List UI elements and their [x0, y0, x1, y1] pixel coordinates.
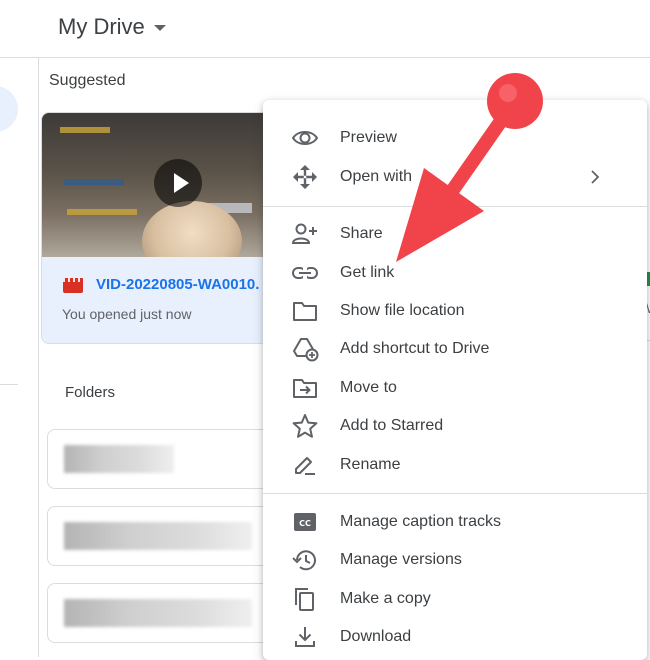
menu-item-get-link[interactable]: Get link	[263, 254, 647, 292]
thumbnail-detail	[60, 127, 110, 133]
person-add-icon	[291, 223, 317, 244]
menu-item-label: Manage caption tracks	[340, 513, 501, 530]
closed-caption-icon: CC	[294, 513, 316, 531]
menu-divider	[263, 206, 647, 207]
menu-divider	[263, 493, 647, 494]
menu-item-label: Preview	[340, 129, 397, 146]
redacted-folder-name	[64, 522, 252, 550]
menu-item-label: Add shortcut to Drive	[340, 340, 490, 357]
suggested-heading: Suggested	[49, 72, 126, 89]
suggested-file-card[interactable]: VID-20220805-WA0010. You opened just now	[41, 112, 283, 344]
redacted-folder-name	[64, 445, 174, 473]
chevron-right-icon	[591, 170, 600, 184]
menu-item-make-a-copy[interactable]: Make a copy	[263, 580, 647, 618]
folder-card[interactable]	[47, 506, 279, 566]
sidebar-active-item[interactable]	[0, 86, 18, 132]
sidebar-divider	[38, 57, 39, 657]
menu-item-label: Move to	[340, 379, 397, 396]
page-title[interactable]: My Drive	[58, 14, 145, 40]
caret-down-icon[interactable]	[154, 25, 166, 31]
svg-text:CC: CC	[299, 519, 311, 528]
menu-item-open-with[interactable]: Open with	[263, 158, 647, 196]
download-icon	[295, 627, 315, 647]
redacted-folder-name	[64, 599, 252, 627]
link-icon	[292, 267, 318, 279]
menu-item-rename[interactable]: Rename	[263, 446, 647, 484]
context-menu: Preview Open with Share Get link Show fi…	[263, 100, 647, 660]
move-to-folder-icon	[293, 379, 317, 398]
menu-item-label: Show file location	[340, 302, 465, 319]
pencil-icon	[295, 457, 315, 475]
file-name[interactable]: VID-20220805-WA0010.	[96, 276, 259, 293]
drive-shortcut-icon	[293, 338, 319, 362]
sidebar-divider-line	[0, 384, 18, 385]
video-file-icon	[63, 278, 83, 293]
history-icon	[292, 550, 316, 571]
menu-item-label: Make a copy	[340, 590, 431, 607]
menu-item-label: Rename	[340, 456, 401, 473]
video-thumbnail[interactable]	[42, 113, 282, 257]
folder-icon	[293, 302, 317, 321]
file-activity: You opened just now	[62, 306, 192, 322]
menu-item-manage-versions[interactable]: Manage versions	[263, 541, 647, 579]
thumbnail-detail	[67, 209, 137, 215]
menu-item-manage-caption-tracks[interactable]: CC Manage caption tracks	[263, 503, 647, 541]
menu-item-move-to[interactable]: Move to	[263, 369, 647, 407]
folder-card[interactable]	[47, 583, 279, 643]
thumbnail-detail	[64, 179, 124, 185]
move-arrows-icon	[293, 165, 317, 189]
folder-card[interactable]	[47, 429, 279, 489]
menu-item-add-shortcut[interactable]: Add shortcut to Drive	[263, 330, 647, 368]
menu-item-label: Add to Starred	[340, 417, 444, 434]
menu-item-label: Manage versions	[340, 551, 462, 568]
menu-item-show-file-location[interactable]: Show file location	[263, 292, 647, 330]
menu-item-download[interactable]: Download	[263, 618, 647, 656]
menu-item-label: Get link	[340, 264, 395, 281]
eye-icon	[291, 131, 319, 145]
menu-item-add-to-starred[interactable]: Add to Starred	[263, 407, 647, 445]
star-icon	[292, 414, 318, 438]
menu-item-label: Download	[340, 628, 412, 645]
menu-item-label: Share	[340, 225, 383, 242]
menu-item-share[interactable]: Share	[263, 215, 647, 253]
copy-icon	[295, 588, 314, 611]
menu-item-preview[interactable]: Preview	[263, 119, 647, 157]
play-icon	[174, 173, 189, 193]
folders-heading: Folders	[65, 384, 116, 401]
menu-item-label: Open with	[340, 168, 413, 185]
